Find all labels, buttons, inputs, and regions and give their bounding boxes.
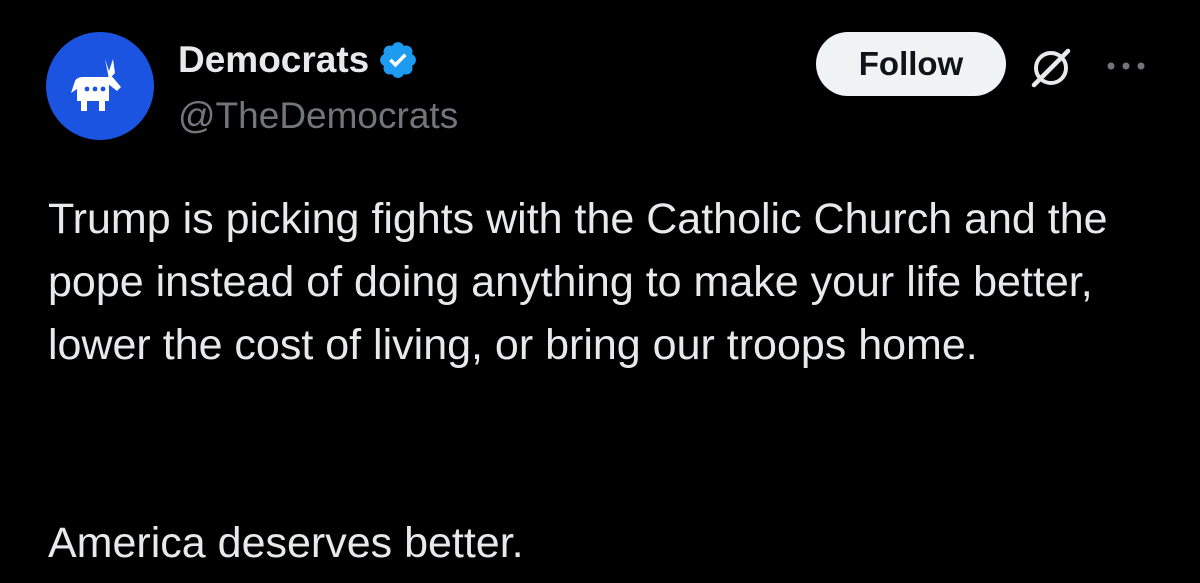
follow-button[interactable]: Follow: [816, 32, 1006, 96]
post-card: Democrats @TheDemocrats Follow Trump is …: [0, 0, 1200, 583]
author-handle[interactable]: @TheDemocrats: [178, 94, 458, 138]
grok-icon[interactable]: [1028, 44, 1074, 90]
more-options-icon[interactable]: [1102, 56, 1150, 76]
author-name-row: Democrats: [178, 38, 419, 82]
democratic-donkey-icon: [71, 59, 121, 111]
post-text-paragraph: America deserves better.: [48, 519, 524, 567]
post-text-paragraph: Trump is picking fights with the Catholi…: [48, 195, 1108, 369]
author-display-name[interactable]: Democrats: [178, 38, 369, 82]
avatar[interactable]: [46, 32, 154, 140]
verified-badge-icon: [380, 42, 417, 78]
